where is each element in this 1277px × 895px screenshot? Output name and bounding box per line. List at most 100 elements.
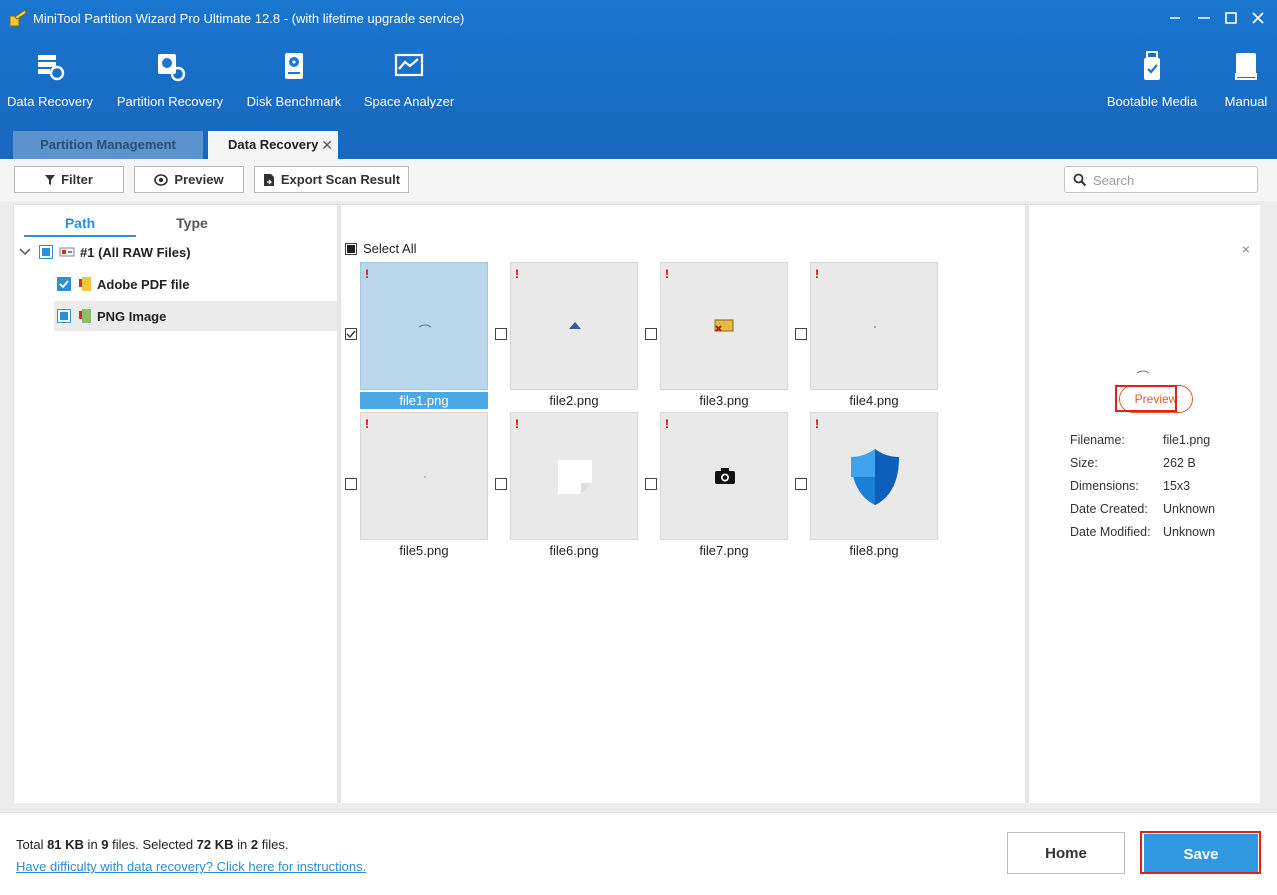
warning-icon: !: [515, 267, 519, 281]
tree-checkbox[interactable]: [39, 245, 53, 259]
tree-node-all-raw[interactable]: #1 (All RAW Files): [14, 237, 337, 267]
tab-data-recovery[interactable]: Data Recovery ✕: [208, 131, 338, 159]
thumbnail-image: [558, 460, 592, 494]
file-checkbox[interactable]: [795, 328, 807, 340]
thumbnail-image: [424, 476, 426, 478]
file-thumbnail[interactable]: !: [660, 262, 788, 390]
selected-size: 72 KB: [196, 837, 234, 852]
file-name: file5.png: [399, 543, 449, 558]
ribbon-label: Manual: [1224, 94, 1268, 109]
file-name: file7.png: [699, 543, 749, 558]
warning-icon: !: [665, 417, 669, 431]
info-key: Date Created:: [1070, 502, 1148, 516]
total-files: 9: [101, 837, 109, 852]
close-preview-icon[interactable]: ×: [1242, 241, 1250, 257]
tab-label: Data Recovery: [228, 137, 319, 152]
file-tile[interactable]: ! file4.png: [795, 262, 938, 408]
file-thumbnail[interactable]: !: [810, 262, 938, 390]
file-thumbnail[interactable]: !: [360, 262, 488, 390]
select-all-label: Select All: [363, 241, 417, 256]
info-value: Unknown: [1163, 525, 1216, 539]
file-thumbnail[interactable]: !: [510, 262, 638, 390]
search-input[interactable]: [1093, 171, 1253, 189]
subtab-type[interactable]: Type: [136, 213, 248, 237]
tree-label: Adobe PDF file: [97, 276, 190, 292]
file-checkbox[interactable]: [645, 328, 657, 340]
file-checkbox[interactable]: [495, 328, 507, 340]
file-tile[interactable]: ! file5.png: [345, 412, 488, 558]
file-tile[interactable]: ! file7.png: [645, 412, 788, 558]
close-window-button[interactable]: [1246, 8, 1270, 28]
file-checkbox[interactable]: [645, 478, 657, 490]
tab-close-icon[interactable]: ✕: [321, 131, 333, 159]
main-panel: Path Type #1 (All RAW Files) Adobe PDF f…: [13, 204, 1260, 803]
file-tile[interactable]: ! file3.png: [645, 262, 788, 408]
file-thumbnail[interactable]: !: [810, 412, 938, 540]
file-checkbox[interactable]: [795, 478, 807, 490]
tree-node-adobe-pdf[interactable]: Adobe PDF file: [54, 269, 337, 299]
chevron-down-icon[interactable]: [19, 247, 31, 257]
file-checkbox[interactable]: [345, 478, 357, 490]
preview-action-button[interactable]: Preview: [1119, 385, 1193, 413]
file-tile[interactable]: ! file1.png: [345, 262, 488, 409]
select-all[interactable]: Select All: [345, 241, 416, 256]
pdf-file-icon: [79, 277, 91, 291]
file-tile[interactable]: ! file2.png: [495, 262, 638, 408]
ribbon-disk-benchmark[interactable]: Disk Benchmark: [246, 50, 342, 116]
maximize-icon: [1225, 12, 1237, 24]
subtab-path[interactable]: Path: [24, 213, 136, 237]
disk-benchmark-icon: [285, 53, 303, 79]
file-thumbnail[interactable]: !: [510, 412, 638, 540]
close-icon: [1252, 12, 1264, 24]
info-key: Size:: [1070, 456, 1098, 470]
check-icon: [59, 280, 69, 289]
filter-button[interactable]: Filter: [14, 166, 124, 193]
file-tile[interactable]: ! file6.png: [495, 412, 638, 558]
file-tile[interactable]: ! file8.png: [795, 412, 938, 558]
tree-node-png-image[interactable]: PNG Image: [54, 301, 337, 331]
help-link[interactable]: Have difficulty with data recovery? Clic…: [16, 859, 366, 874]
maximize-button[interactable]: [1219, 8, 1243, 28]
save-button[interactable]: Save: [1144, 834, 1258, 874]
file-grid: Select All ! file1.png ! file2.png ! fil…: [341, 205, 1025, 803]
preview-image: [1136, 370, 1150, 374]
warning-icon: !: [365, 267, 369, 281]
file-name: file1.png: [360, 392, 488, 409]
tab-partition-management[interactable]: Partition Management: [13, 131, 203, 159]
restore-button[interactable]: [1192, 8, 1216, 28]
ribbon-data-recovery[interactable]: Data Recovery: [6, 50, 94, 116]
ribbon-label: Disk Benchmark: [246, 94, 342, 109]
file-thumbnail[interactable]: !: [660, 412, 788, 540]
ribbon-manual[interactable]: Manual: [1220, 50, 1272, 116]
preview-button[interactable]: Preview: [134, 166, 244, 193]
export-scan-result-button[interactable]: Export Scan Result: [254, 166, 409, 193]
warning-icon: !: [815, 417, 819, 431]
file-checkbox[interactable]: [345, 328, 357, 340]
ribbon-bootable-media[interactable]: Bootable Media: [1103, 50, 1201, 116]
stats-text: in: [233, 837, 251, 852]
select-all-checkbox[interactable]: [345, 242, 357, 255]
top-band: MiniTool Partition Wizard Pro Ultimate 1…: [0, 0, 1277, 159]
file-thumbnail[interactable]: !: [360, 412, 488, 540]
search-icon: [1073, 173, 1087, 187]
eye-icon: [154, 173, 169, 186]
file-name: file8.png: [849, 543, 899, 558]
filter-label: Filter: [61, 172, 93, 187]
window-title: MiniTool Partition Wizard Pro Ultimate 1…: [33, 11, 465, 26]
file-checkbox[interactable]: [495, 478, 507, 490]
tree-checkbox[interactable]: [57, 277, 71, 291]
info-value: file1.png: [1163, 433, 1211, 447]
tree-label: #1 (All RAW Files): [80, 244, 191, 260]
tree-checkbox[interactable]: [57, 309, 71, 323]
minimize-button[interactable]: [1163, 8, 1187, 28]
ribbon-partition-recovery[interactable]: Partition Recovery: [115, 50, 225, 116]
partition-recovery-icon: [158, 54, 186, 82]
ribbon-label: Space Analyzer: [363, 94, 455, 109]
info-key: Dimensions:: [1070, 479, 1139, 493]
scan-stats: Total 81 KB in 9 files. Selected 72 KB i…: [16, 837, 288, 852]
export-icon: [263, 173, 274, 186]
ribbon-space-analyzer[interactable]: Space Analyzer: [363, 50, 455, 116]
home-button[interactable]: Home: [1007, 832, 1125, 874]
image-file-icon: [79, 309, 91, 323]
search-box[interactable]: [1064, 166, 1258, 193]
